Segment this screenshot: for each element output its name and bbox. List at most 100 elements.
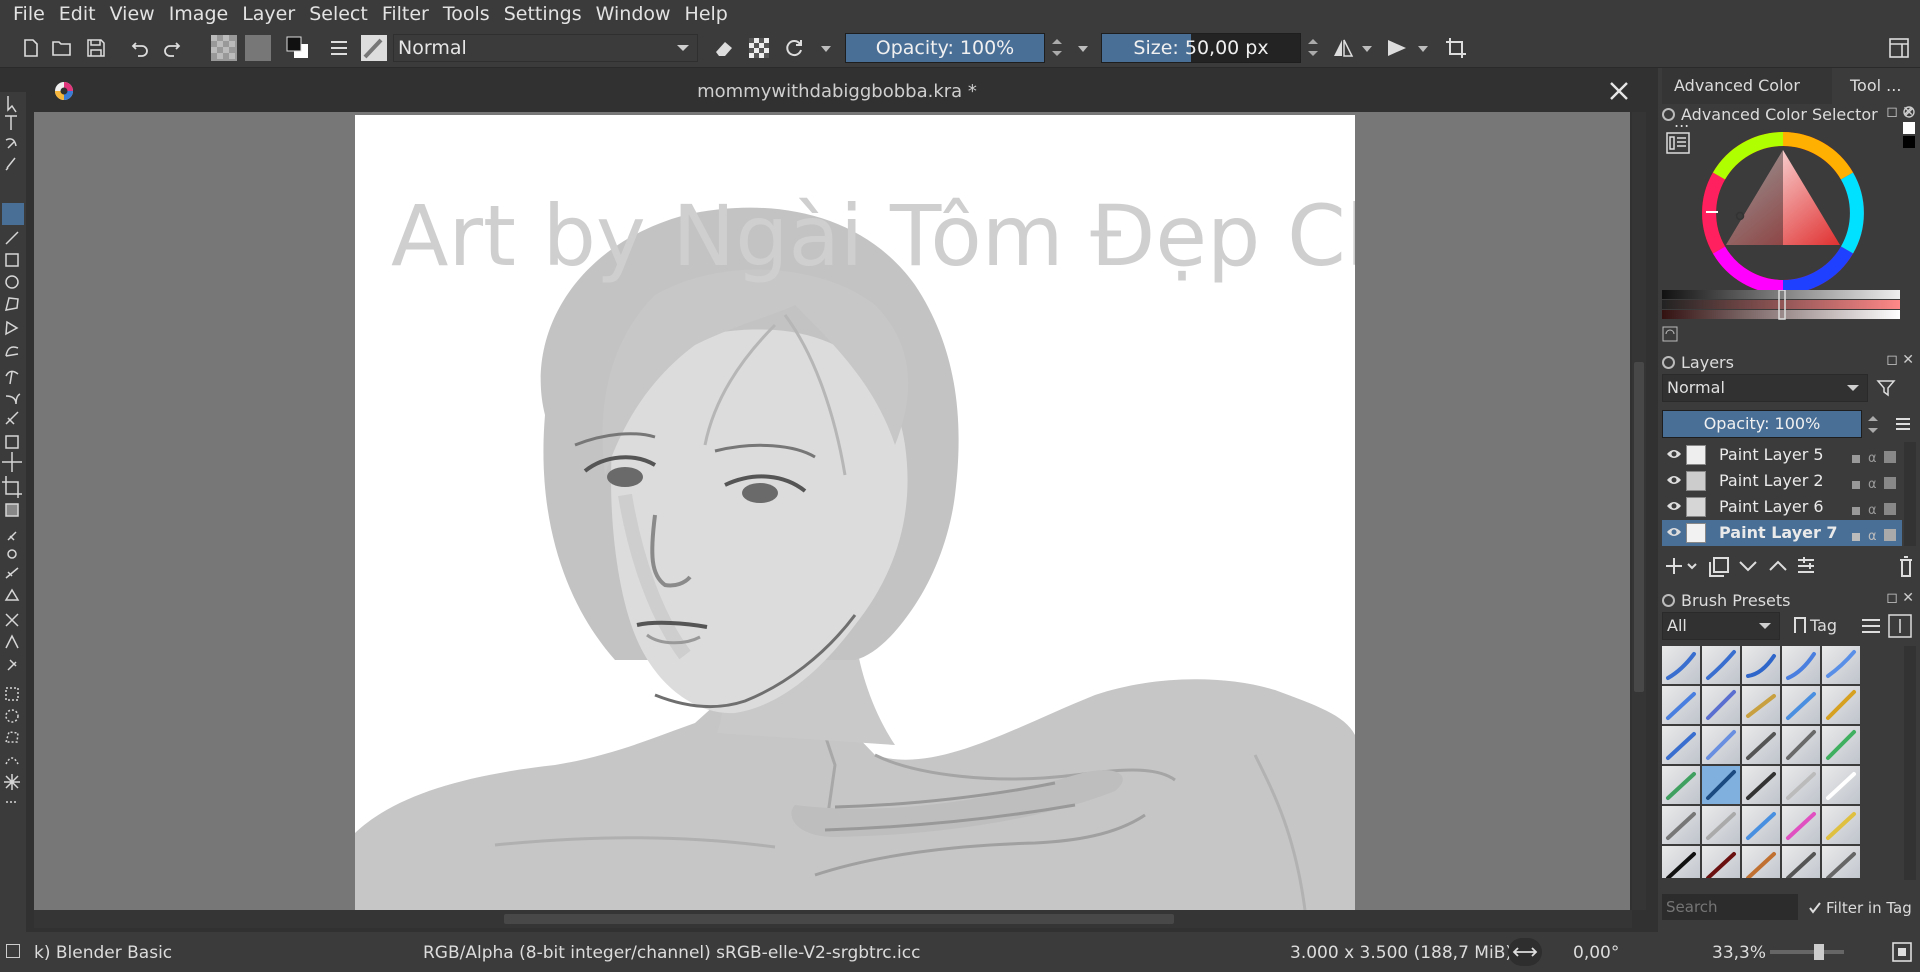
multibrush-tool-icon[interactable] <box>4 408 22 426</box>
hamburger-menu-icon[interactable] <box>1894 414 1914 434</box>
scrollbar-thumb[interactable] <box>1634 362 1644 692</box>
color-picker-tool-icon[interactable] <box>4 524 22 542</box>
chevron-down-icon[interactable] <box>821 46 831 52</box>
layer-flags-icon[interactable]: α <box>1850 473 1898 492</box>
fit-to-view-icon[interactable] <box>1892 942 1912 962</box>
calligraphy-tool-icon[interactable] <box>4 158 22 176</box>
layers-scrollbar[interactable] <box>1904 442 1916 546</box>
ellipse-tool-icon[interactable] <box>4 276 22 294</box>
eye-icon[interactable] <box>1666 500 1682 512</box>
open-document-icon[interactable] <box>50 33 74 63</box>
canvas-horizontal-scrollbar[interactable] <box>34 910 1632 928</box>
gradient-tool-icon[interactable] <box>4 500 22 518</box>
tab-advanced-color[interactable]: Advanced Color ... <box>1662 68 1832 131</box>
preserve-alpha-icon[interactable] <box>745 33 773 63</box>
line-tool-icon[interactable] <box>4 232 22 250</box>
color-sliders[interactable] <box>1662 289 1900 320</box>
mirror-vertical-icon[interactable] <box>1384 33 1410 63</box>
assistant-tool-icon[interactable] <box>4 568 22 586</box>
zoom-slider[interactable] <box>1770 944 1844 960</box>
tag-button[interactable]: Tag <box>1788 612 1850 640</box>
freehand-path-tool-icon[interactable] <box>4 364 22 382</box>
zoom-slider-handle[interactable] <box>1814 944 1824 960</box>
layer-properties-button[interactable] <box>1794 552 1816 580</box>
filter-in-tag-checkbox[interactable]: Filter in Tag <box>1806 896 1918 920</box>
eye-icon[interactable] <box>1666 526 1682 538</box>
blend-mode-combo[interactable]: Normal <box>393 34 698 62</box>
layer-flags-icon[interactable]: α <box>1850 499 1898 518</box>
move-tool-icon[interactable] <box>4 454 22 472</box>
reload-preset-icon[interactable] <box>780 33 808 63</box>
menu-view[interactable]: View <box>103 0 162 28</box>
list-view-icon[interactable] <box>1860 616 1882 636</box>
new-document-icon[interactable] <box>20 33 42 63</box>
brush-search-input[interactable] <box>1662 894 1798 920</box>
menu-settings[interactable]: Settings <box>497 0 589 28</box>
ellipse-select-tool-icon[interactable] <box>4 708 22 726</box>
fg-bg-color-icon[interactable] <box>284 33 312 63</box>
dynamic-brush-tool-icon[interactable] <box>4 386 22 404</box>
chevron-down-icon[interactable] <box>1418 46 1428 52</box>
bezier-tool-icon[interactable] <box>4 342 22 360</box>
brush-preset-icon[interactable] <box>360 33 388 63</box>
gradient-icon[interactable] <box>244 33 272 63</box>
eye-icon[interactable] <box>1666 474 1682 486</box>
polygon-select-tool-icon[interactable] <box>4 732 22 750</box>
layer-flags-icon[interactable]: α <box>1850 525 1898 544</box>
transform-tool-icon[interactable] <box>4 432 22 450</box>
menu-image[interactable]: Image <box>162 0 236 28</box>
layer-blend-mode-combo[interactable]: Normal <box>1662 374 1868 402</box>
color-selector-settings-icon[interactable] <box>1666 132 1690 154</box>
similar-select-tool-icon[interactable] <box>4 798 22 816</box>
crop-tool-icon[interactable] <box>4 476 22 494</box>
artwork-canvas[interactable]: Art by Ngài Tôm Đẹp Chai <box>355 115 1355 910</box>
canvas-vertical-scrollbar[interactable] <box>1632 112 1646 910</box>
layer-filter-icon[interactable] <box>1876 378 1896 398</box>
eye-icon[interactable] <box>1666 448 1682 460</box>
duplicate-layer-button[interactable] <box>1706 552 1730 580</box>
layer-opacity-spin[interactable] <box>1866 410 1880 438</box>
layer-row[interactable]: Paint Layer 2 α <box>1662 468 1902 494</box>
menu-select[interactable]: Select <box>302 0 375 28</box>
move-layer-down-button[interactable] <box>1736 552 1758 580</box>
polyline-tool-icon[interactable] <box>4 320 22 338</box>
color-history-strip[interactable] <box>1901 106 1917 176</box>
mirror-horizontal-icon[interactable] <box>1330 33 1356 63</box>
chevron-down-icon[interactable] <box>1362 46 1372 52</box>
assistant-tool-icon[interactable] <box>4 612 22 630</box>
brush-grid-scrollbar[interactable] <box>1904 646 1916 880</box>
reference-tool-icon[interactable] <box>4 656 22 674</box>
rotation-control-icon[interactable] <box>1508 938 1542 966</box>
wrap-around-icon[interactable] <box>1442 33 1470 63</box>
size-spin[interactable] <box>1306 33 1320 63</box>
select-shapes-tool-icon[interactable] <box>4 92 22 110</box>
opacity-spin[interactable] <box>1050 33 1064 63</box>
menu-filter[interactable]: Filter <box>375 0 436 28</box>
chevron-down-icon[interactable] <box>1078 46 1088 52</box>
rectangle-tool-icon[interactable] <box>4 254 22 272</box>
scrollbar-thumb[interactable] <box>504 914 1174 924</box>
menu-file[interactable]: File <box>6 0 52 28</box>
layer-flags-icon[interactable]: α <box>1850 447 1898 466</box>
text-tool-icon[interactable] <box>4 114 22 132</box>
save-icon[interactable] <box>84 33 108 63</box>
delete-layer-button[interactable] <box>1896 552 1916 580</box>
menu-layer[interactable]: Layer <box>235 0 302 28</box>
brush-filter-combo[interactable]: All <box>1662 612 1780 640</box>
measure-tool-icon[interactable] <box>4 634 22 652</box>
close-document-icon[interactable] <box>1608 80 1630 102</box>
panel-lock-icon[interactable] <box>1662 108 1675 121</box>
menu-edit[interactable]: Edit <box>52 0 103 28</box>
menu-help[interactable]: Help <box>678 0 735 28</box>
freehand-select-tool-icon[interactable] <box>4 754 22 772</box>
panel-float-close-icon[interactable]: ◻ ✕ <box>1886 352 1914 368</box>
refresh-icon[interactable] <box>1662 326 1678 342</box>
redo-icon[interactable] <box>160 33 184 63</box>
smart-patch-tool-icon[interactable] <box>4 546 22 564</box>
add-layer-button[interactable] <box>1662 552 1688 580</box>
move-layer-up-button[interactable] <box>1766 552 1788 580</box>
rect-select-tool-icon[interactable] <box>4 686 22 704</box>
edit-shapes-tool-icon[interactable] <box>4 136 22 154</box>
polygon-tool-icon[interactable] <box>4 298 22 316</box>
panel-lock-icon[interactable] <box>1662 356 1675 369</box>
